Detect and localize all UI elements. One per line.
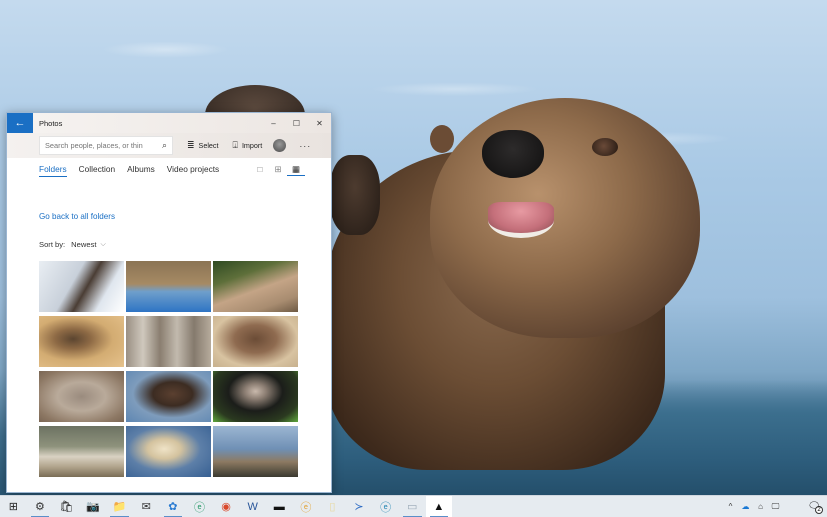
word-icon: W (247, 500, 258, 513)
file-explorer-icon: 📁 (112, 501, 127, 513)
minimize-button[interactable]: – (262, 113, 285, 133)
photo-thumbnail[interactable] (39, 371, 124, 422)
title-bar[interactable]: ← Photos – ☐ ✕ (7, 113, 331, 133)
wallpaper-otter-eye (592, 138, 618, 156)
start-icon: ⊞ (8, 501, 18, 513)
tab-albums[interactable]: Albums (127, 164, 155, 176)
wallpaper-otter-arm (330, 155, 380, 235)
toolbar: ⌕ ≣ Select ⍗ Import ··· (7, 133, 331, 158)
select-button[interactable]: ≣ Select (187, 140, 219, 151)
edge-dev-icon: ⓔ (193, 501, 205, 514)
network-icon[interactable]: ⌂ (754, 502, 767, 511)
photo-thumbnail[interactable] (126, 316, 211, 367)
wallpaper-otter-ear (430, 125, 454, 153)
taskbar-edge-canary-button[interactable]: ⓔ (293, 496, 320, 517)
close-button[interactable]: ✕ (308, 113, 331, 133)
display-icon[interactable]: 🖵 (769, 502, 782, 512)
back-button[interactable]: ← (7, 113, 33, 133)
chevron-down-icon[interactable]: ⌵ (101, 241, 106, 249)
tab-collection[interactable]: Collection (79, 164, 115, 176)
account-avatar[interactable] (273, 139, 287, 152)
photos-window: ← Photos – ☐ ✕ ⌕ ≣ Select ⍗ Import ··· F… (6, 112, 332, 493)
maximize-button[interactable]: ☐ (285, 113, 308, 133)
photo-thumbnail[interactable] (39, 316, 124, 367)
import-icon: ⍗ (232, 140, 238, 150)
photo-grid (39, 261, 298, 477)
maximize-icon: ☐ (292, 118, 301, 128)
taskbar-start-button[interactable]: ⊞ (0, 496, 27, 517)
taskbar-edge-dev-button[interactable]: ⓔ (186, 496, 213, 517)
photo-thumbnail[interactable] (39, 261, 124, 312)
small-view-icon[interactable]: ▦ (287, 164, 305, 176)
notepad-icon: ▯ (329, 501, 336, 513)
medium-view-icon[interactable]: ⊞ (269, 164, 287, 176)
sort-control[interactable]: Sort by: Newest ⌵ (39, 240, 106, 249)
taskbar-settings-button[interactable]: ⚙ (27, 496, 54, 517)
minimize-icon: – (271, 118, 276, 128)
photo-thumbnail[interactable] (39, 426, 124, 477)
taskbar-teams-button[interactable]: ✿ (160, 496, 187, 517)
app-title: Photos (39, 118, 63, 128)
search-input[interactable] (45, 141, 155, 150)
photo-thumbnail[interactable] (213, 261, 298, 312)
sort-label: Sort by: (39, 240, 66, 249)
edge-beta-icon: ⓔ (380, 501, 392, 514)
terminal-icon: ▬ (273, 500, 285, 513)
import-button[interactable]: ⍗ Import (233, 140, 263, 151)
sort-value[interactable]: Newest (71, 240, 96, 249)
taskbar-remote-desktop-button[interactable]: ▭ (399, 496, 426, 517)
camera-icon: 📷 (86, 501, 100, 513)
taskbar-edge-beta-button[interactable]: ⓔ (372, 496, 399, 517)
photo-thumbnail[interactable] (213, 426, 298, 477)
wallpaper-otter-mouth (488, 202, 554, 238)
photo-thumbnail[interactable] (213, 371, 298, 422)
taskbar-file-explorer-button[interactable]: 📁 (106, 496, 133, 517)
taskbar-word-button[interactable]: W (239, 496, 266, 517)
taskbar-terminal-button[interactable]: ▬ (266, 496, 293, 517)
search-icon[interactable]: ⌕ (162, 140, 167, 151)
photo-thumbnail[interactable] (126, 261, 211, 312)
mail-icon: ✉ (141, 501, 151, 513)
remote-desktop-icon: ▭ (407, 501, 418, 513)
taskbar-apps: ⊞ ⚙ 🛍 📷 📁 ✉ ✿ ⓔ ◉ W ▬ ⓔ ▯ ≻ ⓔ ▭ ▲ (0, 495, 453, 517)
action-center-button[interactable]: 🗨 2 (801, 501, 827, 514)
back-to-folders-link[interactable]: Go back to all folders (39, 212, 115, 221)
show-hidden-icons-chevron-icon[interactable]: ^ (724, 502, 737, 511)
nav-tabs: Folders Collection Albums Video projects… (7, 158, 331, 180)
large-view-icon[interactable]: □ (251, 164, 269, 176)
store-icon: 🛍 (59, 501, 74, 513)
chrome-icon: ◉ (221, 501, 231, 513)
taskbar-notepad-button[interactable]: ▯ (319, 496, 346, 517)
select-list-icon: ≣ (187, 140, 195, 150)
taskbar-photos-button[interactable]: ▲ (425, 495, 453, 517)
taskbar-powershell-button[interactable]: ≻ (346, 496, 373, 517)
onedrive-cloud-icon[interactable]: ☁ (739, 502, 752, 511)
tab-video-projects[interactable]: Video projects (167, 164, 219, 176)
tab-folders[interactable]: Folders (39, 164, 67, 177)
taskbar-chrome-button[interactable]: ◉ (213, 496, 240, 517)
close-icon: ✕ (316, 118, 323, 128)
view-size-buttons: □ ⊞ ▦ (251, 164, 305, 176)
photo-thumbnail[interactable] (126, 371, 211, 422)
edge-canary-icon: ⓔ (300, 501, 312, 514)
taskbar-mail-button[interactable]: ✉ (133, 496, 160, 517)
settings-icon: ⚙ (34, 501, 45, 513)
teams-icon: ✿ (168, 501, 178, 513)
photo-thumbnail[interactable] (126, 426, 211, 477)
select-label: Select (198, 141, 219, 150)
import-label: Import (241, 141, 263, 150)
notification-count-badge: 2 (815, 506, 823, 514)
powershell-icon: ≻ (354, 501, 364, 513)
photos-icon: ▲ (433, 500, 445, 513)
search-box[interactable]: ⌕ (39, 136, 173, 155)
more-options-button[interactable]: ··· (299, 141, 311, 151)
taskbar-store-button[interactable]: 🛍 (53, 496, 80, 517)
back-arrow-icon: ← (14, 117, 26, 129)
system-tray: ^ ☁ ⌂ 🖵 🗨 2 (723, 496, 827, 517)
taskbar-camera-button[interactable]: 📷 (80, 496, 107, 517)
photo-thumbnail[interactable] (213, 316, 298, 367)
wallpaper-otter-head (430, 98, 700, 338)
wallpaper-otter-nose (482, 130, 544, 178)
taskbar: ⊞ ⚙ 🛍 📷 📁 ✉ ✿ ⓔ ◉ W ▬ ⓔ ▯ ≻ ⓔ ▭ ▲ ^ ☁ ⌂ 🖵 🗨 2 (0, 495, 827, 517)
